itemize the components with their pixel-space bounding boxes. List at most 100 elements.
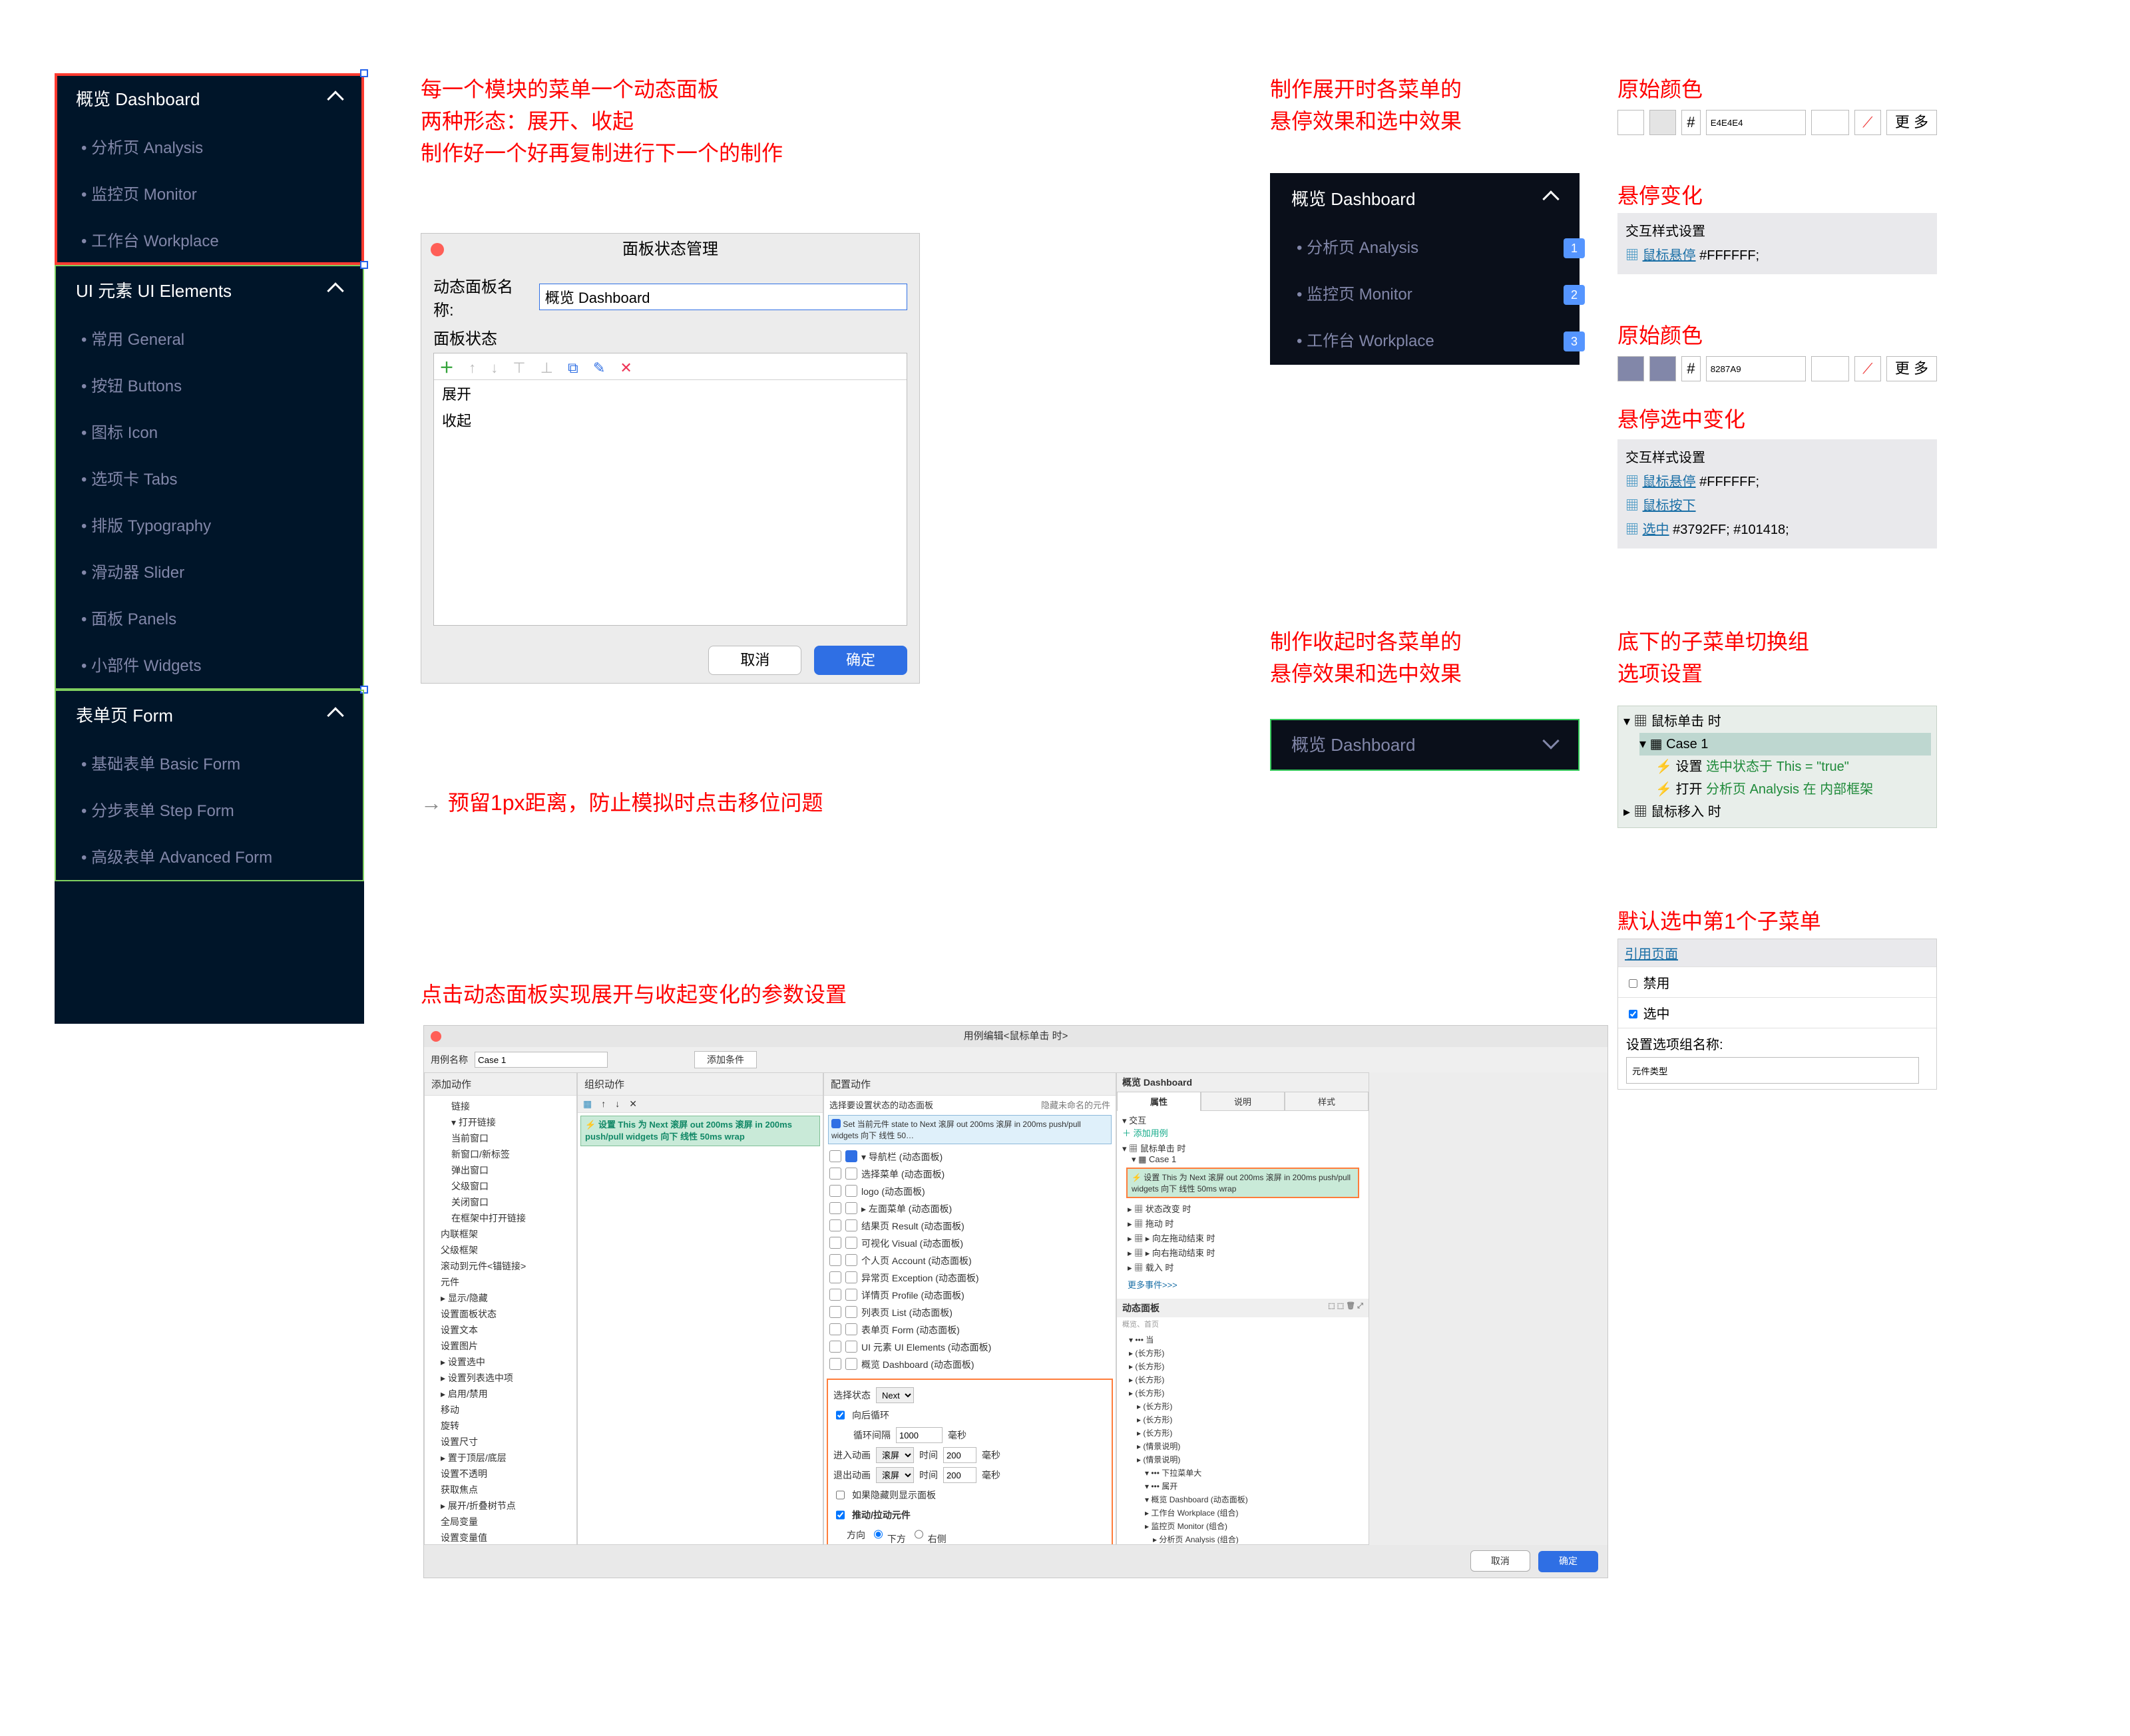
show-if-hidden-checkbox[interactable] xyxy=(836,1487,845,1503)
case-name-input[interactable] xyxy=(475,1052,608,1068)
hover-link[interactable]: 鼠标悬停 xyxy=(1643,248,1696,263)
enter-anim-select[interactable]: 滚屏 xyxy=(876,1447,914,1463)
sidebar-item-widgets[interactable]: 小部件 Widgets xyxy=(55,643,364,690)
delete-icon[interactable]: ✕ xyxy=(620,359,632,376)
inspector-column: 概览 Dashboard 属性 说明 样式 ▾ 交互 ＋ 添加用例 ▾ ▦ 鼠标… xyxy=(1116,1072,1369,1545)
hover-link[interactable]: 鼠标悬停 xyxy=(1643,475,1696,489)
hex-input[interactable] xyxy=(1706,110,1806,135)
action-open[interactable]: 打开 分析页 Analysis 在 内部框架 xyxy=(1655,778,1931,801)
dynamic-panel-list[interactable]: ▾ 导航栏 (动态面板)选择菜单 (动态面板)logo (动态面板)▸ 左面菜单… xyxy=(824,1146,1116,1376)
sidebar-item-advanced-form[interactable]: 高级表单 Advanced Form xyxy=(55,835,364,881)
fill-type-icon[interactable] xyxy=(1617,356,1644,381)
sidebar-header-ui[interactable]: UI 元素 UI Elements xyxy=(55,265,364,317)
action-set-selected[interactable]: 设置 选中状态于 This = "true" xyxy=(1655,756,1931,778)
mini-collapsed-header[interactable]: 概览 Dashboard xyxy=(1270,719,1580,771)
mini-item-workplace[interactable]: 工作台 Workplace 3 xyxy=(1270,318,1580,365)
sidebar-item-workplace[interactable]: 工作台 Workplace xyxy=(55,218,364,265)
annotation-heading: 原始颜色 xyxy=(1617,73,1703,105)
panel-name-input[interactable] xyxy=(539,284,907,310)
event-mouseover[interactable]: ▸ ▦ 鼠标移入 时 xyxy=(1623,801,1931,823)
add-condition-button[interactable]: 添加条件 xyxy=(694,1051,757,1068)
panel-state-dialog: 面板状态管理 动态面板名称: 面板状态 ＋ ↑ ↓ ⊤ ⊥ ⧉ ✎ ✕ 展开 收… xyxy=(421,233,920,684)
push-pull-checkbox[interactable] xyxy=(836,1507,845,1523)
sidebar-header-dashboard[interactable]: 概览 Dashboard xyxy=(55,73,364,125)
sidebar-item-icon[interactable]: 图标 Icon xyxy=(55,410,364,457)
sidebar-item-analysis[interactable]: 分析页 Analysis xyxy=(55,125,364,172)
sidebar-item-panels[interactable]: 面板 Panels xyxy=(55,596,364,643)
interval-input[interactable] xyxy=(896,1427,943,1443)
selected-checkbox[interactable] xyxy=(1629,1010,1637,1018)
sidebar-item-tabs[interactable]: 选项卡 Tabs xyxy=(55,457,364,503)
action-tree[interactable]: 链接▾ 打开链接当前窗口新窗口/新标签弹出窗口父级窗口关闭窗口在框架中打开链接内… xyxy=(425,1096,576,1545)
sidebar-title-ui: UI 元素 UI Elements xyxy=(76,281,232,301)
mini-item-monitor[interactable]: 监控页 Monitor 2 xyxy=(1270,272,1580,318)
case-action-chip[interactable]: ⚡ 设置 This 为 Next 滚屏 out 200ms 滚屏 in 200m… xyxy=(1126,1168,1359,1198)
chevron-down-icon xyxy=(1542,732,1559,749)
selected-link[interactable]: 选中 xyxy=(1643,523,1669,537)
resize-handle[interactable] xyxy=(360,69,368,77)
ok-button[interactable]: 确定 xyxy=(814,646,907,675)
edit-icon[interactable]: ✎ xyxy=(593,359,605,376)
event-click[interactable]: ▾ ▦ 鼠标单击 时 xyxy=(1623,710,1931,733)
cancel-button[interactable]: 取消 xyxy=(708,646,801,675)
bottom-icon[interactable]: ⊥ xyxy=(540,359,553,376)
tab-style[interactable]: 样式 xyxy=(1285,1092,1369,1111)
more-button[interactable]: 更 多 xyxy=(1886,110,1937,135)
selected-action[interactable]: ⚡ 设置 This 为 Next 滚屏 out 200ms 滚屏 in 200m… xyxy=(580,1116,820,1146)
window-close-icon[interactable] xyxy=(431,243,444,256)
state-collapse[interactable]: 收起 xyxy=(434,407,907,433)
annotation-heading: 底下的子菜单切换组 选项设置 xyxy=(1617,626,1809,690)
editor-ok-button[interactable]: 确定 xyxy=(1538,1551,1598,1572)
eyedropper-icon[interactable]: ⟋ xyxy=(1854,110,1881,135)
sidebar-main: 概览 Dashboard 分析页 Analysis 监控页 Monitor 工作… xyxy=(55,73,364,1024)
editor-cancel-button[interactable]: 取消 xyxy=(1470,1550,1530,1572)
dir-right-radio[interactable] xyxy=(915,1526,923,1542)
down-icon[interactable]: ↓ xyxy=(491,359,498,376)
selgroup-input[interactable] xyxy=(1626,1057,1919,1084)
add-action-column: 添加动作 链接▾ 打开链接当前窗口新窗口/新标签弹出窗口父级窗口关闭窗口在框架中… xyxy=(424,1072,577,1545)
mini-item-analysis[interactable]: 分析页 Analysis 1 xyxy=(1270,225,1580,272)
sidebar-header-form[interactable]: 表单页 Form xyxy=(55,690,364,742)
loop-checkbox[interactable] xyxy=(836,1407,845,1423)
eyedropper-icon[interactable]: ⟋ xyxy=(1854,356,1881,381)
outline-tree[interactable]: ▾ ••• 当▸ (长方形)▸ (长方形)▸ (长方形)▸ (长方形)▸ (长方… xyxy=(1117,1331,1369,1544)
sidebar-item-slider[interactable]: 滑动器 Slider xyxy=(55,550,364,596)
enter-time-input[interactable] xyxy=(943,1447,976,1463)
sidebar-item-buttons[interactable]: 按钮 Buttons xyxy=(55,363,364,410)
disable-checkbox[interactable] xyxy=(1629,979,1637,988)
badge: 2 xyxy=(1564,285,1585,305)
ix-section: ▾ 交互 ＋ 添加用例 ▾ ▦ 鼠标单击 时 ▾ ▦ Case 1 ⚡ 设置 T… xyxy=(1117,1111,1369,1295)
tab-properties[interactable]: 属性 xyxy=(1117,1092,1201,1111)
sidebar-item-typography[interactable]: 排版 Typography xyxy=(55,503,364,550)
outline-header: 动态面板 xyxy=(1122,1301,1160,1315)
dir-down-radio[interactable] xyxy=(874,1526,883,1542)
up-icon[interactable]: ↑ xyxy=(469,359,476,376)
state-expand[interactable]: 展开 xyxy=(434,380,907,407)
case-1[interactable]: ▾ ▦ Case 1 xyxy=(1639,733,1931,756)
press-link[interactable]: 鼠标按下 xyxy=(1643,499,1696,513)
window-close-icon[interactable] xyxy=(431,1031,441,1042)
exit-anim-select[interactable]: 滚屏 xyxy=(876,1467,914,1483)
sidebar-item-basic-form[interactable]: 基础表单 Basic Form xyxy=(55,742,364,788)
ref-page-link[interactable]: 引用页面 xyxy=(1625,947,1678,962)
exit-time-input[interactable] xyxy=(943,1467,976,1483)
add-icon[interactable]: ＋ xyxy=(439,359,454,376)
more-button[interactable]: 更 多 xyxy=(1886,356,1937,381)
state-select[interactable]: Next xyxy=(876,1387,914,1403)
sidebar-item-step-form[interactable]: 分步表单 Step Form xyxy=(55,788,364,835)
color-swatch[interactable] xyxy=(1649,110,1676,135)
fill-type-icon[interactable] xyxy=(1617,110,1644,135)
top-icon[interactable]: ⊤ xyxy=(513,359,525,376)
tab-notes[interactable]: 说明 xyxy=(1201,1092,1285,1111)
hex-input[interactable] xyxy=(1706,356,1806,381)
color-swatch[interactable] xyxy=(1649,356,1676,381)
interaction-styles-1: 交互样式设置 ▦ 鼠标悬停 #FFFFFF; xyxy=(1617,213,1937,274)
sidebar-item-monitor[interactable]: 监控页 Monitor xyxy=(55,172,364,218)
add-case-link[interactable]: ＋ 添加用例 xyxy=(1122,1126,1363,1139)
annotation-text: → 预留1px距离，防止模拟时点击移位问题 xyxy=(421,787,823,819)
resize-handle[interactable] xyxy=(360,261,368,269)
mini-header[interactable]: 概览 Dashboard xyxy=(1270,173,1580,225)
duplicate-icon[interactable]: ⧉ xyxy=(568,359,578,376)
more-events-link[interactable]: 更多事件>>> xyxy=(1122,1277,1363,1292)
sidebar-item-general[interactable]: 常用 General xyxy=(55,317,364,363)
